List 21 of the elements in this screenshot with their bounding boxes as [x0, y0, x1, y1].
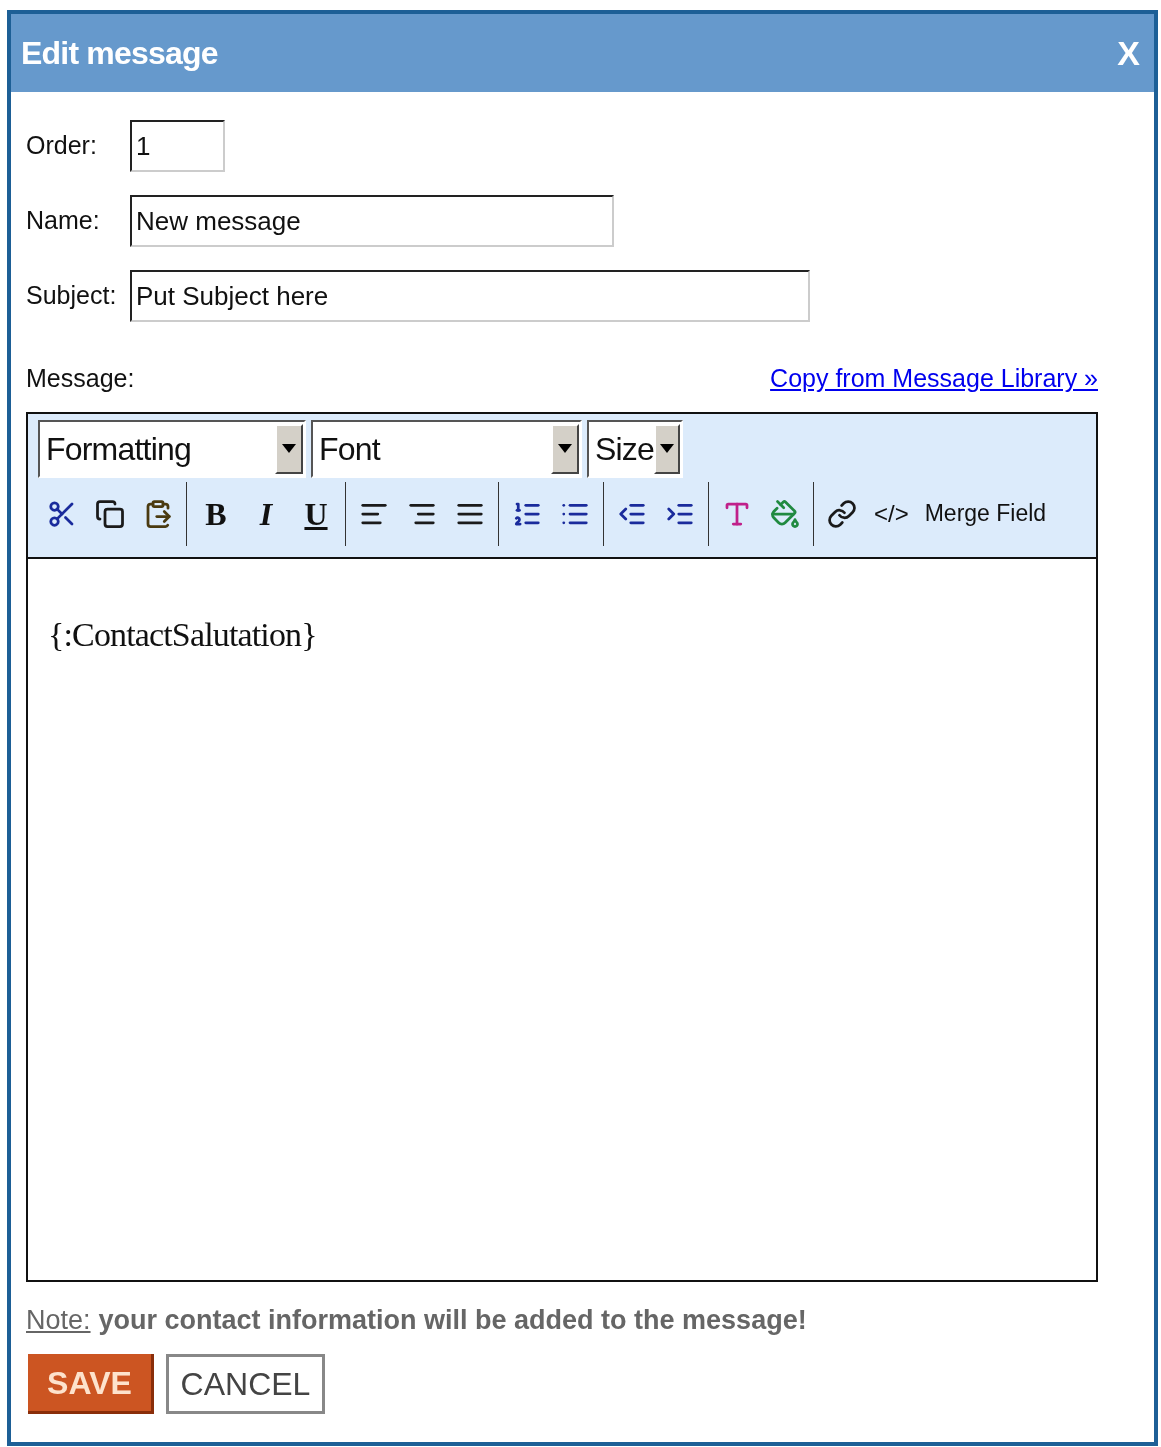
format-button[interactable]: I	[241, 487, 291, 540]
format-button[interactable]: U	[291, 487, 341, 540]
text-field[interactable]: Put Subject here	[130, 270, 810, 322]
message-label: Message:	[26, 363, 135, 394]
code-button[interactable]: </>	[866, 487, 917, 540]
note-label: Note:	[26, 1303, 91, 1337]
field-label: Name:	[26, 205, 101, 237]
toolbar-dropdown[interactable]: Formatting	[38, 419, 306, 478]
cancel-button[interactable]: CANCEL	[166, 1354, 325, 1414]
text-field[interactable]: New message	[130, 195, 614, 247]
format-button[interactable]: B	[191, 487, 241, 540]
window-title: Edit message	[21, 34, 218, 73]
field-label: Order:	[26, 130, 98, 162]
merge-field-button[interactable]: Merge Field	[916, 487, 1055, 540]
editor-content: {:ContactSalutation}	[48, 615, 317, 653]
toolbar-dropdown[interactable]: Font	[311, 419, 582, 478]
text-field[interactable]: 1	[130, 120, 225, 172]
note-text: your contact information will be added to the message!	[98, 1303, 807, 1337]
toolbar-dropdown[interactable]: Size	[587, 419, 683, 478]
message-library-link[interactable]: Copy from Message Library »	[770, 360, 1098, 398]
field-label: Subject:	[26, 280, 118, 312]
